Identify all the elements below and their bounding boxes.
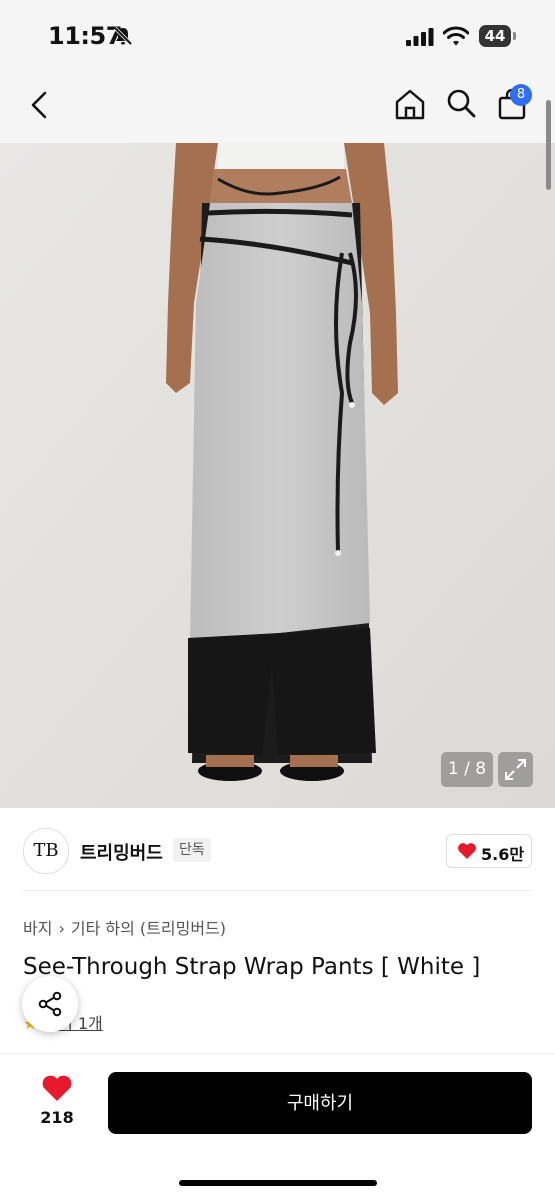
wifi-icon — [443, 26, 469, 46]
divider — [23, 890, 532, 891]
brand-like-button[interactable]: 5.6만 — [446, 834, 532, 868]
brand-name[interactable]: 트리밍버드 — [80, 839, 163, 865]
image-counter: 1 / 8 — [441, 752, 493, 787]
breadcrumb-item[interactable]: 바지 — [23, 919, 52, 938]
chevron-right-icon: › — [58, 919, 65, 938]
home-indicator — [179, 1180, 377, 1186]
home-icon[interactable] — [394, 88, 426, 120]
product-title: See-Through Strap Wrap Pants [ White ] — [23, 954, 481, 980]
expand-image-button[interactable] — [498, 752, 533, 787]
brand-logo[interactable]: TB — [23, 828, 69, 874]
expand-icon — [505, 759, 526, 780]
back-arrow-icon[interactable] — [28, 90, 52, 120]
buy-button[interactable]: 구매하기 — [108, 1072, 532, 1134]
product-photo[interactable] — [0, 143, 555, 808]
cart-count-badge: 8 — [510, 84, 532, 106]
brand-like-count: 5.6만 — [481, 845, 525, 864]
bell-off-icon — [113, 26, 133, 46]
page-scrollbar[interactable] — [546, 100, 551, 190]
breadcrumb: 바지 › 기타 하의 (트리밍버드) — [23, 915, 226, 939]
battery-indicator: 44 — [479, 25, 517, 47]
share-icon — [38, 991, 62, 1017]
wishlist-heart-icon[interactable] — [41, 1074, 73, 1102]
breadcrumb-item[interactable]: 기타 하의 (트리밍버드) — [71, 919, 226, 938]
product-photo-illustration — [0, 143, 555, 808]
status-bar: 11:57 44 — [0, 0, 555, 70]
heart-icon — [458, 843, 476, 859]
wishlist-count: 218 — [40, 1108, 74, 1127]
cellular-signal-icon — [406, 28, 434, 46]
exclusive-badge: 단독 — [173, 838, 211, 862]
battery-level: 44 — [479, 25, 511, 47]
nav-bar — [0, 70, 555, 143]
status-time: 11:57 — [48, 22, 122, 50]
battery-tip — [513, 32, 516, 40]
search-icon[interactable] — [446, 88, 476, 118]
share-button[interactable] — [22, 976, 78, 1032]
